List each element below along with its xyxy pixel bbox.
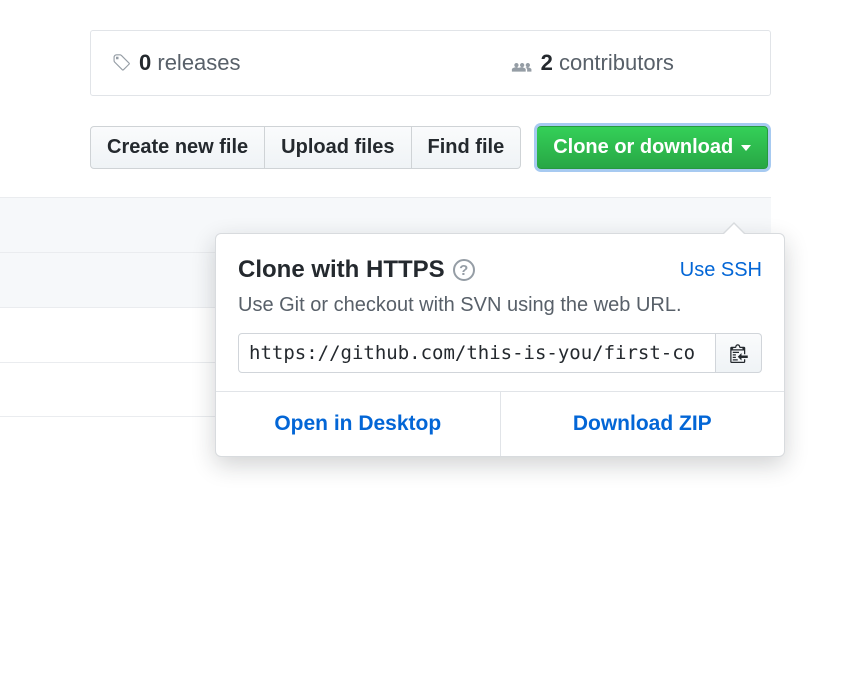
open-in-desktop-button[interactable]: Open in Desktop bbox=[216, 392, 500, 456]
copy-url-button[interactable] bbox=[716, 333, 762, 373]
help-icon[interactable]: ? bbox=[453, 259, 475, 281]
contributors-count: 2 bbox=[541, 50, 553, 75]
tag-icon bbox=[111, 53, 131, 73]
clone-download-button[interactable]: Clone or download bbox=[537, 126, 768, 169]
releases-label: releases bbox=[157, 50, 240, 75]
people-icon bbox=[507, 53, 533, 73]
repo-stats-bar: 0 releases 2 contributors bbox=[90, 30, 771, 96]
caret-down-icon bbox=[741, 145, 751, 151]
upload-files-button[interactable]: Upload files bbox=[265, 126, 411, 169]
contributors-label: contributors bbox=[559, 50, 674, 75]
find-file-button[interactable]: Find file bbox=[412, 126, 522, 169]
releases-stat[interactable]: 0 releases bbox=[111, 50, 431, 76]
clone-url-input[interactable] bbox=[238, 333, 716, 373]
download-zip-button[interactable]: Download ZIP bbox=[500, 392, 785, 456]
contributors-stat[interactable]: 2 contributors bbox=[431, 50, 751, 76]
create-new-file-button[interactable]: Create new file bbox=[90, 126, 265, 169]
clone-title-text: Clone with HTTPS bbox=[238, 256, 445, 284]
clone-download-label: Clone or download bbox=[553, 136, 733, 159]
clipboard-icon bbox=[730, 343, 748, 363]
clone-popover-title: Clone with HTTPS ? bbox=[238, 256, 475, 284]
clone-description: Use Git or checkout with SVN using the w… bbox=[238, 294, 762, 317]
releases-count: 0 bbox=[139, 50, 151, 75]
clone-popover: Clone with HTTPS ? Use SSH Use Git or ch… bbox=[215, 233, 785, 457]
use-ssh-link[interactable]: Use SSH bbox=[680, 259, 762, 282]
file-toolbar: Create new file Upload files Find file C… bbox=[90, 126, 771, 169]
